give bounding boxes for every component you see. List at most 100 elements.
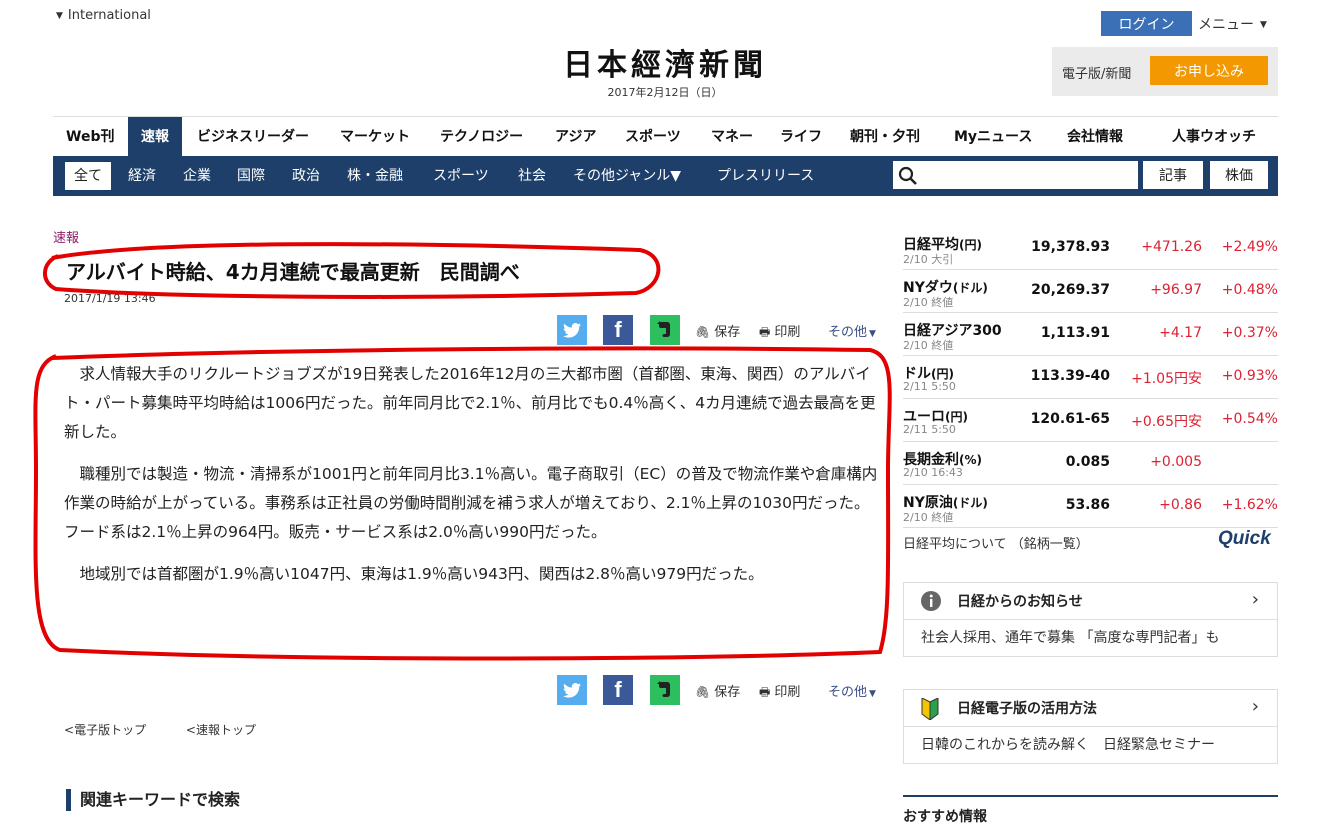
facebook-icon[interactable]: f [603, 315, 633, 345]
nav-sports[interactable]: スポーツ [625, 117, 681, 157]
nav-money[interactable]: マネー [711, 117, 753, 157]
nav-sokuho[interactable]: 速報 [128, 117, 182, 157]
save-button[interactable]: 🖇 保存 [695, 681, 740, 700]
save-label: 保存 [714, 325, 741, 340]
search-stocks-button[interactable]: 株価 [1210, 161, 1268, 189]
paperclip-icon: 🖇 [695, 685, 711, 699]
market-row[interactable]: 長期金利(%) 2/10 16:43 0.085 +0.005 [903, 442, 1278, 485]
site-logo[interactable]: 日本經濟新聞 [490, 40, 840, 84]
printer-icon: 🖶 [759, 685, 771, 699]
market-row[interactable]: NY原油(ドル) 2/10 終値 53.86 +0.86 +1.62% [903, 485, 1278, 528]
share-bar-top: f 🖇 保存 🖶 印刷 その他 ▼ [557, 315, 887, 345]
secondary-nav: 全て 経済 企業 国際 政治 株・金融 スポーツ 社会 その他ジャンル▼ プレス… [53, 156, 1278, 196]
market-footer-link[interactable]: 日経平均について （銘柄一覧） [903, 533, 1089, 552]
nav-jinji-watch[interactable]: 人事ウオッチ [1172, 117, 1256, 157]
market-row[interactable]: NYダウ(ドル) 2/10 終値 20,269.37 +96.97 +0.48% [903, 270, 1278, 313]
nav-asia[interactable]: アジア [555, 117, 596, 157]
twitter-icon[interactable] [557, 675, 587, 705]
market-unit: (円) [931, 367, 954, 381]
nav-life[interactable]: ライフ [780, 117, 822, 157]
article-paragraph: 職種別では製造・物流・清掃系が1001円と前年同月比3.1％高い。電子商取引（E… [64, 465, 878, 541]
evernote-icon[interactable] [650, 675, 680, 705]
login-button[interactable]: ログイン [1101, 11, 1192, 36]
market-row[interactable]: 日経平均(円) 2/10 大引 19,378.93 +471.26 +2.49% [903, 227, 1278, 270]
subscribe-button[interactable]: お申し込み [1150, 56, 1268, 85]
primary-nav: Web刊 速報 ビジネスリーダー マーケット テクノロジー アジア スポーツ マ… [53, 116, 1278, 157]
market-table: 日経平均(円) 2/10 大引 19,378.93 +471.26 +2.49%… [903, 227, 1278, 528]
international-edition-link[interactable]: ▼ International [56, 8, 151, 23]
article-date: 2017/1/19 13:46 [64, 292, 156, 305]
subnav-stocks-finance[interactable]: 株・金融 [347, 156, 403, 196]
evernote-icon[interactable] [650, 315, 680, 345]
subnav-other-genres[interactable]: その他ジャンル▼ [573, 156, 681, 196]
link-digital-top[interactable]: <電子版トップ [64, 723, 164, 737]
market-time: 2/10 終値 [903, 339, 954, 352]
search-input[interactable] [893, 161, 1138, 189]
nav-business-leader[interactable]: ビジネスリーダー [197, 117, 309, 157]
market-value: 120.61-65 [1030, 411, 1110, 427]
subnav-politics[interactable]: 政治 [292, 156, 320, 196]
print-button[interactable]: 🖶 印刷 [759, 681, 800, 704]
subnav-business[interactable]: 企業 [183, 156, 211, 196]
subscription-box: 電子版/新聞 お申し込み [1052, 47, 1278, 96]
market-value: 19,378.93 [1031, 239, 1110, 255]
menu-label: メニュー [1198, 17, 1254, 33]
caret-down-icon: ▼ [869, 329, 876, 339]
print-label: 印刷 [774, 685, 801, 700]
usage-body[interactable]: 日韓のこれからを読み解く 日経緊急セミナー [904, 727, 1277, 763]
nav-company-info[interactable]: 会社情報 [1067, 117, 1123, 157]
printer-icon: 🖶 [759, 325, 771, 339]
save-button[interactable]: 🖇 保存 [695, 321, 740, 340]
caret-down-icon: ▼ [56, 11, 63, 21]
article-body: 求人情報大手のリクルートジョブズが19日発表した2016年12月の三大都市圏（首… [64, 360, 884, 602]
notice-body[interactable]: 社会人採用、通年で募集 「高度な専門記者」も [904, 620, 1277, 656]
chevron-right-icon: › [1251, 696, 1259, 717]
market-value: 1,113.91 [1040, 325, 1110, 341]
more-label: その他 [828, 325, 868, 340]
link-sokuho-top[interactable]: <速報トップ [186, 723, 274, 737]
market-value: 113.39-40 [1030, 368, 1110, 384]
subnav-economy[interactable]: 経済 [128, 156, 156, 196]
market-time: 2/10 終値 [903, 511, 954, 524]
menu-button[interactable]: メニュー ▼ [1198, 14, 1267, 34]
more-share-button[interactable]: その他 ▼ [828, 681, 876, 700]
subnav-society[interactable]: 社会 [518, 156, 546, 196]
market-row[interactable]: 日経アジア300 2/10 終値 1,113.91 +4.17 +0.37% [903, 313, 1278, 356]
nikkei-notice-box[interactable]: 日経からのお知らせ › 社会人採用、通年で募集 「高度な専門記者」も [903, 582, 1278, 657]
edition-label: International [67, 8, 151, 23]
digital-usage-box[interactable]: 日経電子版の活用方法 › 日韓のこれからを読み解く 日経緊急セミナー [903, 689, 1278, 764]
market-unit: (円) [959, 238, 982, 252]
market-value: 0.085 [1065, 454, 1110, 470]
twitter-icon[interactable] [557, 315, 587, 345]
subnav-international[interactable]: 国際 [237, 156, 265, 196]
subnav-press-release[interactable]: プレスリリース [717, 156, 814, 196]
subscription-label: 電子版/新聞 [1062, 67, 1132, 82]
share-bar-bottom: f 🖇 保存 🖶 印刷 その他 ▼ [557, 675, 887, 705]
market-row[interactable]: ユーロ(円) 2/11 5:50 120.61-65 +0.65円安 +0.54… [903, 399, 1278, 442]
article-title: アルバイト時給、4カ月連続で最高更新 民間調べ [66, 260, 520, 284]
nav-morning-evening[interactable]: 朝刊・夕刊 [850, 117, 920, 157]
market-time: 2/10 16:43 [903, 466, 963, 479]
nav-market[interactable]: マーケット [340, 117, 410, 157]
market-percent: +1.62% [1221, 497, 1278, 513]
subnav-sports[interactable]: スポーツ [433, 156, 489, 196]
search-articles-button[interactable]: 記事 [1143, 161, 1203, 189]
facebook-icon[interactable]: f [603, 675, 633, 705]
header-date: 2017年2月12日（日） [607, 86, 723, 99]
market-row[interactable]: ドル(円) 2/11 5:50 113.39-40 +1.05円安 +0.93% [903, 356, 1278, 399]
article-category[interactable]: 速報 [53, 227, 79, 246]
market-time: 2/10 大引 [903, 253, 954, 266]
market-unit: (円) [945, 410, 968, 424]
link-sokuho-top-label: 速報トップ [195, 723, 256, 737]
nav-technology[interactable]: テクノロジー [440, 117, 523, 157]
notice-title: 日経からのお知らせ [957, 594, 1083, 610]
more-share-button[interactable]: その他 ▼ [828, 321, 876, 340]
market-value: 53.86 [1065, 497, 1110, 513]
market-time: 2/11 5:50 [903, 423, 956, 436]
subnav-all[interactable]: 全て [65, 162, 111, 190]
nav-my-news[interactable]: Myニュース [954, 117, 1032, 157]
nav-webkan[interactable]: Web刊 [66, 117, 114, 157]
print-button[interactable]: 🖶 印刷 [759, 321, 800, 344]
more-label: その他 [828, 685, 868, 700]
market-time: 2/11 5:50 [903, 380, 956, 393]
